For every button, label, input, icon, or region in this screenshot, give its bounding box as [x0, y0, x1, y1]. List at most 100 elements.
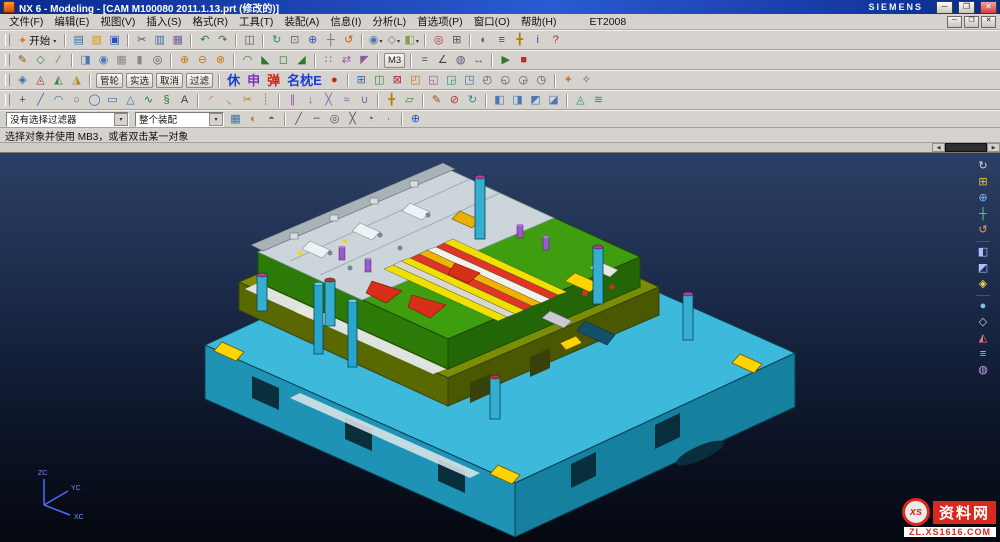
subtract-icon[interactable]: ⊖	[194, 53, 211, 68]
shaded-view-icon[interactable]: ◉	[367, 33, 384, 48]
analysis-icon[interactable]: ◬	[572, 93, 589, 108]
snap-center-icon[interactable]: ◎	[326, 112, 343, 127]
snap-point-icon[interactable]: ∙	[380, 112, 397, 127]
doc-restore-button[interactable]: ❐	[964, 16, 979, 28]
arrangement-icon[interactable]: ◮	[68, 73, 85, 88]
snap-intersect-icon[interactable]: ╳	[344, 112, 361, 127]
menu-window[interactable]: 窗口(O)	[469, 14, 515, 29]
circle-icon[interactable]: ○	[68, 93, 85, 108]
type-filter-combo[interactable]: 没有选择过滤器	[6, 112, 129, 127]
rotate-view-icon[interactable]: ↺	[340, 33, 357, 48]
datum-csys-icon[interactable]: ╋	[383, 93, 400, 108]
datum-axis-icon[interactable]: ∕	[50, 53, 67, 68]
new-icon[interactable]: ▤	[70, 33, 87, 48]
spline-icon[interactable]: ∿	[140, 93, 157, 108]
menu-et2008[interactable]: ET2008	[584, 16, 631, 28]
highlight-icon[interactable]: ◐	[245, 112, 262, 127]
viewport-rotate-icon[interactable]: ↺	[974, 223, 992, 238]
viewport-refresh-icon[interactable]: ↻	[974, 159, 992, 174]
project-curve-icon[interactable]: ↓	[302, 93, 319, 108]
shell-icon[interactable]: ◻	[275, 53, 292, 68]
pan-icon[interactable]: ┼	[322, 33, 339, 48]
intersect-icon[interactable]: ⊗	[212, 53, 229, 68]
viewport-front-icon[interactable]: ◧	[974, 245, 992, 260]
electrode-tool-8-icon[interactable]: ◴	[479, 73, 496, 88]
custom-button-2[interactable]: 实选	[126, 73, 153, 88]
measure-icon[interactable]: ∠	[434, 53, 451, 68]
doc-minimize-button[interactable]: ─	[947, 16, 962, 28]
rectangle-icon[interactable]: ▭	[104, 93, 121, 108]
m3-selector[interactable]: M3	[384, 53, 405, 68]
electrode-tool-12-icon[interactable]: ✦	[560, 73, 577, 88]
viewport-pan-icon[interactable]: ┼	[974, 207, 992, 222]
menu-information[interactable]: 信息(I)	[325, 14, 366, 29]
join-curve-icon[interactable]: ∪	[356, 93, 373, 108]
fillet-curve-icon[interactable]: ◜	[203, 93, 220, 108]
menu-file[interactable]: 文件(F)	[4, 14, 48, 29]
toolbar-grip[interactable]	[5, 54, 10, 66]
electrode-tool-6-icon[interactable]: ◲	[443, 73, 460, 88]
surface-2-icon[interactable]: ◨	[509, 93, 526, 108]
electrode-tool-5-icon[interactable]: ◱	[425, 73, 442, 88]
surface-3-icon[interactable]: ◩	[527, 93, 544, 108]
info-icon[interactable]: i	[529, 33, 546, 48]
snap-mid-icon[interactable]: ╌	[308, 112, 325, 127]
stop-icon[interactable]: ■	[515, 53, 532, 68]
help-icon[interactable]: ?	[547, 33, 564, 48]
plane-icon[interactable]: ▱	[401, 93, 418, 108]
menu-help[interactable]: 帮助(H)	[516, 14, 562, 29]
helix-icon[interactable]: §	[158, 93, 175, 108]
orient-view-icon[interactable]: ◧	[403, 33, 420, 48]
unite-icon[interactable]: ⊕	[176, 53, 193, 68]
electrode-tool-10-icon[interactable]: ◶	[515, 73, 532, 88]
intersect-curve-icon[interactable]: ╳	[320, 93, 337, 108]
viewport-iso-icon[interactable]: ◈	[974, 277, 992, 292]
menu-tools[interactable]: 工具(T)	[234, 14, 278, 29]
char-button-xiu[interactable]: 休	[224, 74, 243, 87]
refresh-icon[interactable]: ↻	[268, 33, 285, 48]
electrode-tool-2-icon[interactable]: ◫	[371, 73, 388, 88]
top-selection-icon[interactable]: ◓	[263, 112, 280, 127]
char-button-tan[interactable]: 弹	[264, 74, 283, 87]
char-button-mingzhen[interactable]: 名枕E	[284, 74, 325, 87]
viewport-prefs-icon[interactable]: ◍	[974, 363, 992, 378]
mirror-icon[interactable]: ⇄	[338, 53, 355, 68]
menu-preferences[interactable]: 首选项(P)	[412, 14, 468, 29]
ref-set-icon[interactable]: ◈	[14, 73, 31, 88]
toolbar-grip[interactable]	[5, 34, 10, 46]
save-icon[interactable]: ▣	[106, 33, 123, 48]
chevron-down-icon[interactable]	[209, 113, 223, 126]
graphics-viewport[interactable]: ↻⊞⊕┼↺◧◩◈●◇◭≡◍ XC YC ZC xs 资料网 ZL.XS1616.…	[0, 153, 1000, 542]
snap-view-icon[interactable]: ◎	[430, 33, 447, 48]
horizontal-scrollbar[interactable]	[0, 143, 1000, 153]
fit-view-icon[interactable]: ⊡	[286, 33, 303, 48]
viewport-shaded-icon[interactable]: ●	[974, 299, 992, 314]
start-menu-button[interactable]: ✦ 开始	[14, 33, 60, 48]
selection-scope-combo[interactable]: 整个装配	[135, 112, 224, 127]
copy-icon[interactable]: ▥	[151, 33, 168, 48]
toolbar-grip[interactable]	[5, 74, 10, 86]
viewport-zoom-icon[interactable]: ⊕	[974, 191, 992, 206]
polygon-icon[interactable]: △	[122, 93, 139, 108]
offset-curve-icon[interactable]: ∥	[284, 93, 301, 108]
redo-icon[interactable]: ↷	[214, 33, 231, 48]
window-cascade-icon[interactable]: ⊞	[448, 33, 465, 48]
ellipse-icon[interactable]: ◯	[86, 93, 103, 108]
block-icon[interactable]: ▦	[113, 53, 130, 68]
zoom-icon[interactable]: ⊕	[304, 33, 321, 48]
trim-body-icon[interactable]: ◤	[356, 53, 373, 68]
menu-insert[interactable]: 插入(S)	[141, 14, 186, 29]
close-button[interactable]: ✕	[980, 1, 997, 14]
viewport-fit-icon[interactable]: ⊞	[974, 175, 992, 190]
line-icon[interactable]: ╱	[32, 93, 49, 108]
menu-view[interactable]: 视图(V)	[95, 14, 140, 29]
maximize-button[interactable]: ❐	[958, 1, 975, 14]
replay-icon[interactable]: ↻	[464, 93, 481, 108]
electrode-tool-13-icon[interactable]: ✧	[578, 73, 595, 88]
chevron-down-icon[interactable]	[114, 113, 128, 126]
die-assembly-3d-model[interactable]	[0, 153, 1000, 542]
move-object-icon[interactable]: ↔	[470, 53, 487, 68]
deviation-icon[interactable]: ≋	[590, 93, 607, 108]
sketch-icon[interactable]: ✎	[14, 53, 31, 68]
component-icon[interactable]: ◭	[50, 73, 67, 88]
